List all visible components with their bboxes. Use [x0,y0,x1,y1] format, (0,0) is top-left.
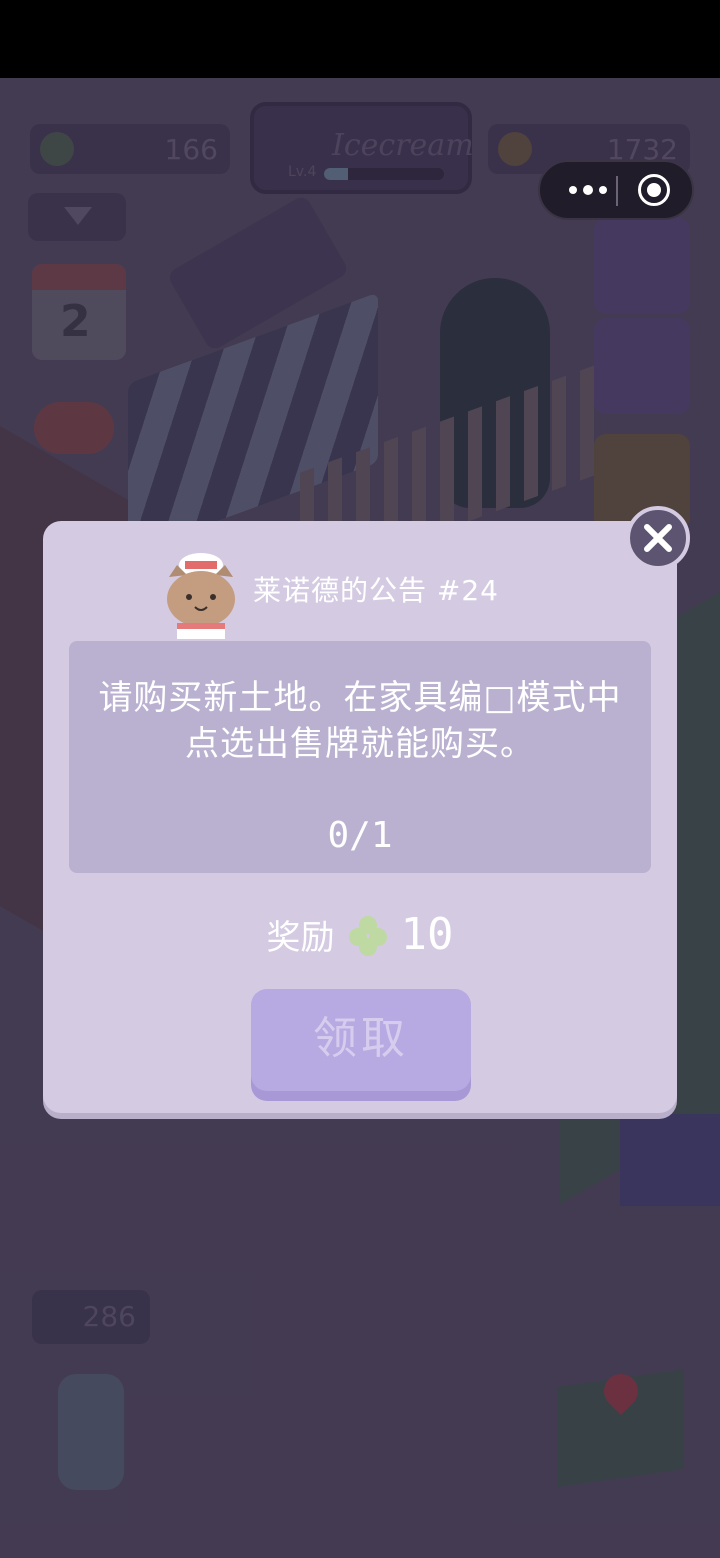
reward-amount: 10 [400,909,454,960]
claim-button[interactable]: 领取 [251,989,471,1091]
quest-message: 请购买新土地。在家具编□模式中点选出售牌就能购买。 [98,678,622,764]
reward-row: 奖励 10 [43,909,677,960]
announcement-dialog: 莱诺德的公告 #24 请购买新土地。在家具编□模式中点选出售牌就能购买。 0/1… [43,521,677,1113]
clover-icon [348,915,387,956]
dialog-title: 莱诺德的公告 #24 [253,574,499,607]
close-icon [644,524,672,552]
capsule-divider [616,176,618,206]
more-menu-button[interactable] [558,162,618,218]
cat-chef-avatar [167,553,235,639]
miniprogram-close-button[interactable] [638,174,670,206]
miniprogram-capsule [538,160,694,220]
quest-panel: 请购买新土地。在家具编□模式中点选出售牌就能购买。 0/1 [69,641,651,873]
reward-label: 奖励 [266,918,335,958]
quest-progress: 0/1 [327,815,393,856]
status-bar [0,0,720,78]
close-dialog-button[interactable] [626,506,690,570]
